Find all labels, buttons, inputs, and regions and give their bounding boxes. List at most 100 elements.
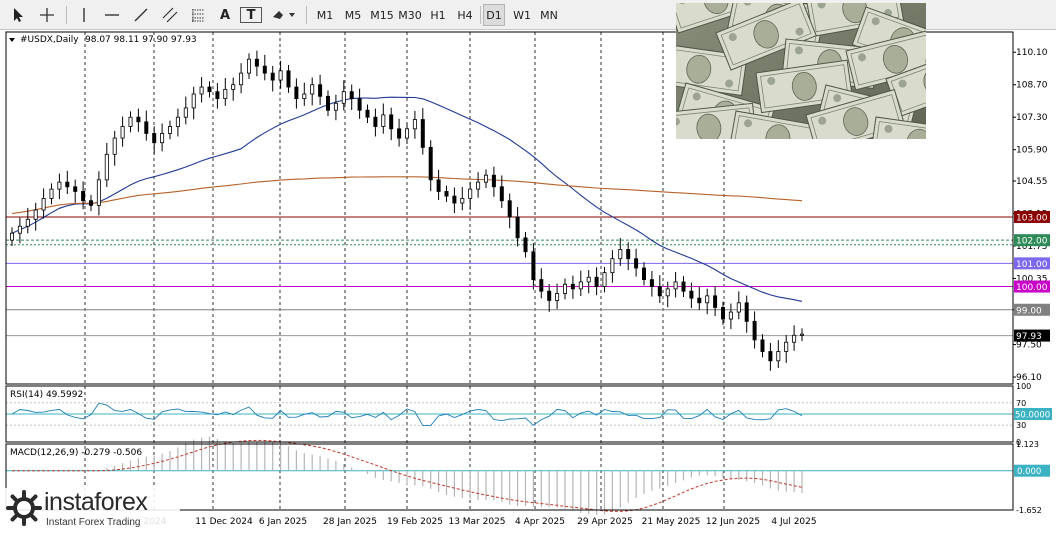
candle-body [483,174,488,183]
timeframe-m1[interactable]: M1 [312,4,338,26]
candle-body [191,93,196,109]
candle-body [17,225,22,234]
candle [444,185,449,202]
price-level-tag-label: 100.00 [1016,283,1048,293]
candle-body [697,297,702,304]
candle [73,179,78,203]
candle-body [286,70,291,88]
instaforex-logo: instaforex Instant Forex Trading [4,488,180,530]
text-icon[interactable]: A [214,4,236,26]
timeframe-m5[interactable]: M5 [340,4,366,26]
candle-body [452,195,457,204]
candle [523,232,528,258]
candle-body [768,351,773,362]
vertical-line-icon[interactable] [74,4,94,26]
candle [373,108,378,137]
ohlc-label: 98.07 98.11 97.90 97.93 [85,35,197,45]
candle-body [594,276,599,287]
timeframe-d1[interactable]: D1 [483,4,505,26]
candle-body [444,191,449,197]
candle-body [73,186,78,192]
candle [665,281,670,308]
candle-body [728,311,733,320]
candle [239,63,244,94]
x-tick-label: 6 Jan 2025 [259,517,307,527]
candle-body [152,133,157,144]
candle-body [199,86,204,95]
candle-body [223,88,228,100]
candle [294,78,299,109]
candle [491,166,496,197]
candle [752,311,757,349]
candle-body [215,91,220,100]
candle-body [420,119,425,148]
horizontal-line-icon[interactable] [100,4,124,26]
candle [610,250,615,283]
timeframe-w1[interactable]: W1 [510,4,534,26]
candle [191,86,196,120]
timeframe-h4[interactable]: H4 [453,4,477,26]
candle-body [160,133,165,144]
candle [318,74,323,105]
candle [144,110,149,141]
price-level-tag: 100.00 [1014,280,1050,293]
candle [618,238,623,266]
candle-body [412,119,417,130]
current-price-tag: 97.93 [1014,329,1050,342]
candle-body [547,290,552,301]
candle [728,303,733,330]
toolbar-separator [66,6,67,24]
candle [65,170,70,194]
candle-body [341,91,346,104]
macd-tag-label: 0.000 [1017,467,1041,477]
candle [246,53,251,79]
candle [302,82,307,106]
candle-body [760,339,765,352]
chart-menu-icon [9,38,15,42]
candle-body [563,283,568,294]
candle-body [381,114,386,127]
candle-body [246,58,251,74]
candle-body [325,95,330,111]
equidistant-channel-icon[interactable] [158,4,182,26]
trend-line-icon[interactable] [130,4,152,26]
candle-body [33,209,38,220]
candle-body [705,295,710,304]
macd-zero-tag: 0.000 [1014,464,1050,477]
candle-body [649,279,654,287]
shapes-icon[interactable] [268,4,300,26]
candle [223,77,228,106]
timeframe-h1[interactable]: H1 [426,4,450,26]
candle-body [792,334,797,343]
text-label-icon[interactable]: T [240,7,262,23]
candle [697,286,702,310]
cursor-icon[interactable] [6,4,30,26]
candle [215,83,220,109]
toolbar-separator [480,6,481,24]
price-level-tag-label: 99.00 [1016,306,1042,316]
candle-body [618,249,623,260]
crosshair-icon[interactable] [34,4,60,26]
timeframe-m15[interactable]: M15 [368,4,396,26]
timeframe-mn[interactable]: MN [536,4,562,26]
candle [17,217,22,244]
candle-body [515,216,520,239]
candle-body [570,283,575,290]
candle-body [428,146,433,181]
timeframe-m30[interactable]: M30 [396,4,424,26]
y-tick-label: 107.30 [1016,113,1048,123]
candle-body [112,137,117,155]
candle [57,173,62,200]
fibonacci-icon[interactable] [186,4,210,26]
candle-body [681,281,686,292]
candle [547,284,552,312]
candle-body [626,249,631,260]
y-tick-label: 105.90 [1016,146,1048,156]
candle [578,270,583,297]
candle-body [389,114,394,130]
candle [262,54,267,81]
candle [642,262,647,286]
y-tick-label: 96.10 [1016,373,1042,383]
price-level-tag-label: 101.00 [1016,260,1048,270]
candle-body [365,109,370,118]
